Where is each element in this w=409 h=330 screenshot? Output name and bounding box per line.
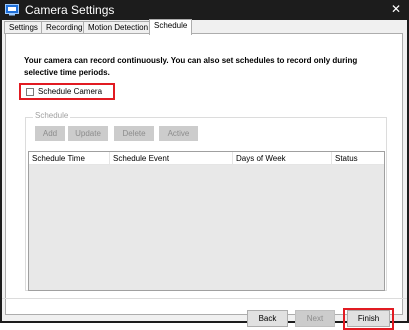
intro-text: Your camera can record continuously. You… <box>24 56 358 77</box>
col-header-days-of-week[interactable]: Days of Week <box>236 154 286 163</box>
schedule-table[interactable]: Schedule Time Schedule Event Days of Wee… <box>28 151 385 291</box>
delete-button[interactable]: Delete <box>114 126 154 141</box>
title-bar[interactable]: Camera Settings ✕ <box>0 0 409 20</box>
tab-schedule[interactable]: Schedule <box>149 19 193 35</box>
active-button[interactable]: Active <box>159 126 198 141</box>
column-divider[interactable] <box>331 152 332 165</box>
column-divider[interactable] <box>109 152 110 165</box>
col-header-schedule-event[interactable]: Schedule Event <box>113 154 169 163</box>
add-button[interactable]: Add <box>35 126 65 141</box>
finish-button-highlight: Finish <box>343 308 394 330</box>
footer-divider <box>2 298 407 299</box>
col-header-status[interactable]: Status <box>335 154 358 163</box>
next-button[interactable]: Next <box>295 310 335 327</box>
update-button[interactable]: Update <box>68 126 108 141</box>
back-button[interactable]: Back <box>247 310 288 327</box>
window-title: Camera Settings <box>25 3 115 17</box>
col-header-schedule-time[interactable]: Schedule Time <box>32 154 85 163</box>
dialog-client-area: Settings Recording Motion Detection Sche… <box>2 19 407 330</box>
column-divider[interactable] <box>232 152 233 165</box>
schedule-camera-label[interactable]: Schedule Camera <box>38 87 102 96</box>
schedule-group-title: Schedule <box>33 111 71 120</box>
schedule-camera-checkbox-highlight[interactable]: Schedule Camera <box>19 83 115 100</box>
close-icon[interactable]: ✕ <box>389 2 403 16</box>
camera-settings-window: Camera Settings ✕ Settings Recording Mot… <box>0 0 409 330</box>
schedule-camera-checkbox[interactable] <box>26 88 34 96</box>
schedule-table-header: Schedule Time Schedule Event Days of Wee… <box>29 152 384 165</box>
camera-settings-icon <box>5 3 19 16</box>
finish-button[interactable]: Finish <box>347 310 390 327</box>
